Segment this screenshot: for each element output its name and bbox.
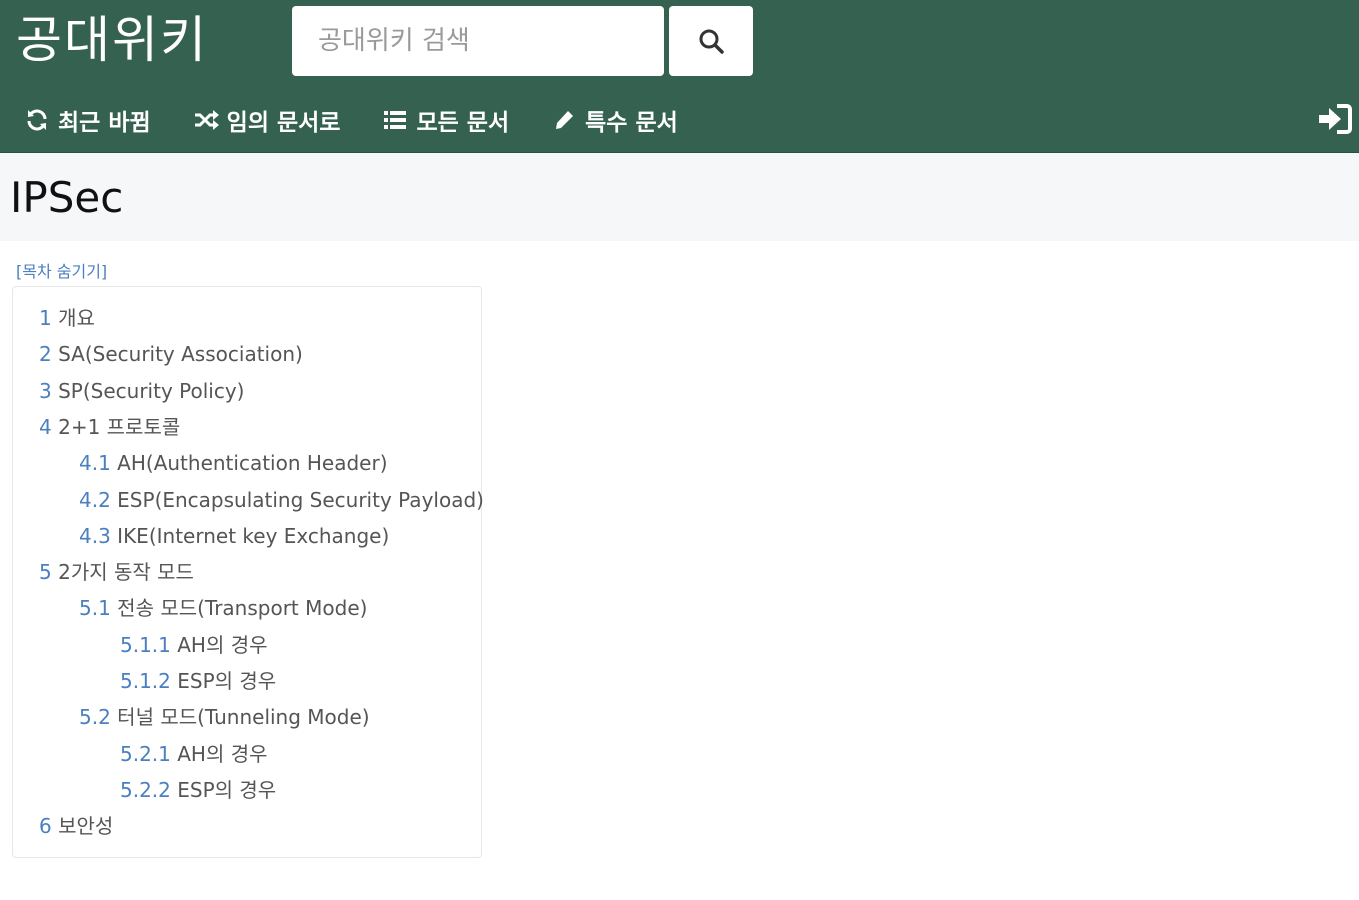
- toc-item[interactable]: 5.2 터널 모드(Tunneling Mode): [79, 703, 370, 731]
- shuffle-icon: [193, 107, 219, 133]
- toc-item[interactable]: 5.2.2 ESP의 경우: [120, 776, 276, 804]
- toc-item-number: 1: [39, 306, 52, 330]
- toc-item-label: 터널 모드(Tunneling Mode): [110, 705, 370, 730]
- nav-recent-changes[interactable]: 최근 바뀜: [24, 103, 151, 137]
- toc-item-number: 5.1: [79, 596, 111, 621]
- toc-item-label: ESP의 경우: [170, 669, 277, 693]
- toc-item[interactable]: 5.2.1 AH의 경우: [120, 740, 268, 768]
- refresh-icon: [24, 107, 50, 133]
- nav-random-page[interactable]: 임의 문서로: [193, 103, 341, 137]
- toc-item[interactable]: 5.1 전송 모드(Transport Mode): [79, 594, 367, 622]
- top-navbar: 공대위키 최근 바뀜: [0, 0, 1359, 153]
- toc-item[interactable]: 5.1.1 AH의 경우: [120, 631, 268, 659]
- toc-item-label: ESP의 경우: [170, 777, 277, 802]
- toc-item-number: 5.1.2: [120, 669, 171, 693]
- toc-item-number: 5.1.1: [120, 632, 171, 657]
- list-icon: [382, 107, 408, 133]
- site-logo[interactable]: 공대위키: [16, 8, 208, 72]
- toc-item-label: 개요: [51, 306, 95, 330]
- toc-item-number: 4.3: [79, 523, 111, 548]
- toc-item[interactable]: 1 개요: [39, 304, 95, 332]
- nav-all-pages-label: 모든 문서: [416, 110, 510, 136]
- toc-item[interactable]: 4.1 AH(Authentication Header): [79, 449, 388, 477]
- toc-item[interactable]: 3 SP(Security Policy): [39, 377, 244, 405]
- toc-item-label: SA(Security Association): [51, 342, 303, 367]
- toc-item[interactable]: 6 보안성: [39, 812, 113, 840]
- search-icon: [699, 29, 724, 54]
- toc-item[interactable]: 5.1.2 ESP의 경우: [120, 667, 276, 695]
- toc-item[interactable]: 4 2+1 프로토콜: [39, 413, 180, 441]
- toc-item-number: 5: [39, 560, 52, 585]
- nav-all-pages[interactable]: 모든 문서: [382, 103, 509, 137]
- search-input[interactable]: [292, 6, 664, 76]
- nav-recent-changes-label: 최근 바뀜: [58, 110, 151, 136]
- toc-item-label: 2가지 동작 모드: [51, 560, 194, 585]
- nav-special-pages-label: 특수 문서: [585, 110, 678, 136]
- toc-item-label: SP(Security Policy): [51, 378, 245, 403]
- toc-toggle-link[interactable]: [목차 숨기기]: [16, 258, 107, 282]
- nav-random-page-label: 임의 문서로: [226, 110, 341, 136]
- page-title: IPSec: [10, 173, 124, 222]
- toc-item[interactable]: 4.3 IKE(Internet key Exchange): [79, 522, 389, 550]
- title-band: [0, 153, 1359, 241]
- toc-item-number: 4.2: [79, 487, 111, 512]
- table-of-contents: 1 개요 2 SA(Security Association) 3 SP(Secur…: [12, 286, 484, 858]
- toc-item-label: AH의 경우: [170, 741, 268, 766]
- toc-item-label: 2+1 프로토콜: [51, 414, 181, 439]
- search-button[interactable]: [669, 6, 753, 76]
- main-nav: 최근 바뀜 임의 문서로 모든 문서 특수 문서: [24, 100, 720, 140]
- toc-item[interactable]: 4.2 ESP(Encapsulating Security Payload): [79, 486, 484, 514]
- login-icon[interactable]: [1317, 102, 1353, 136]
- toc-item-label: AH의 경우: [170, 632, 268, 657]
- toc-item-number: 2: [39, 342, 52, 367]
- toc-item-label: IKE(Internet key Exchange): [110, 523, 390, 548]
- toc-item-label: AH(Authentication Header): [110, 451, 388, 476]
- toc-item-label: 보안성: [51, 814, 114, 839]
- nav-special-pages[interactable]: 특수 문서: [551, 103, 678, 137]
- toc-item-label: 전송 모드(Transport Mode): [110, 596, 368, 621]
- toc-item-number: 5.2: [79, 705, 111, 730]
- toc-item-number: 6: [39, 814, 52, 839]
- toc-item[interactable]: 2 SA(Security Association): [39, 340, 303, 368]
- toc-item-number: 4.1: [79, 451, 111, 476]
- toc-item-number: 5.2.1: [120, 741, 171, 766]
- toc-item-label: ESP(Encapsulating Security Payload): [110, 487, 484, 512]
- toc-item[interactable]: 5 2가지 동작 모드: [39, 558, 194, 586]
- toc-item-number: 4: [39, 414, 52, 439]
- pencil-icon: [551, 107, 577, 133]
- toc-item-number: 5.2.2: [120, 777, 171, 802]
- toc-item-number: 3: [39, 378, 52, 403]
